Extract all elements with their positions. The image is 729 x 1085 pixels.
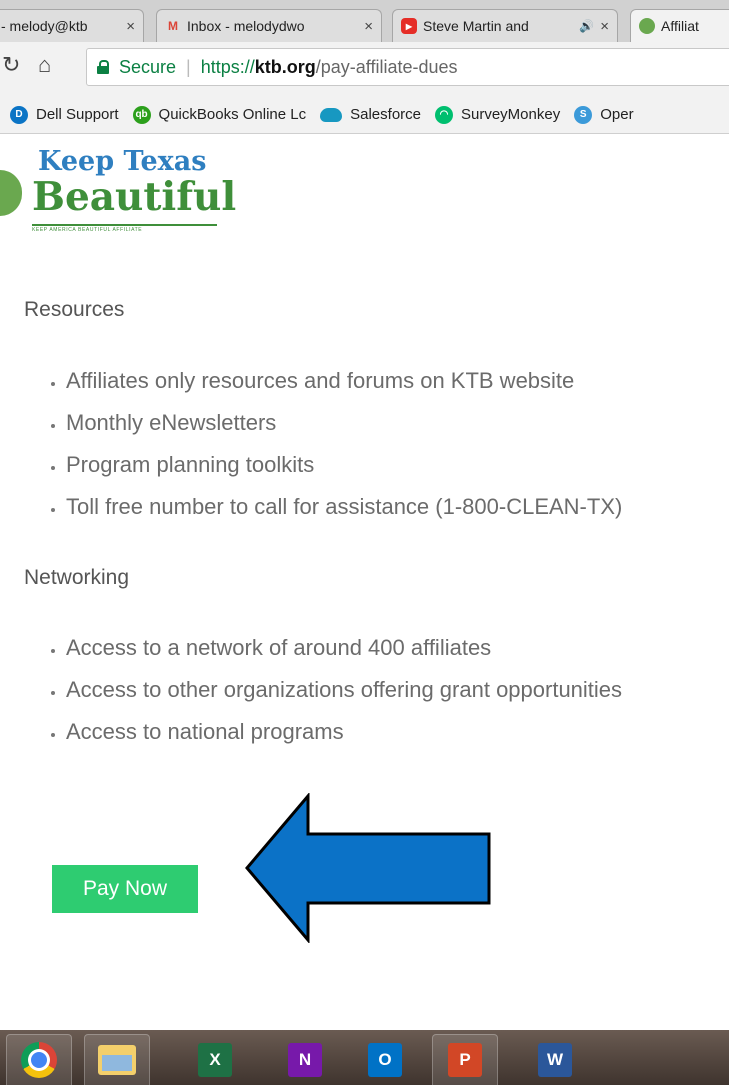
browser-toolbar: ↻ ⌂ Secure | https://ktb.org/pay-affilia…	[0, 42, 729, 96]
address-bar[interactable]: Secure | https://ktb.org/pay-affiliate-d…	[86, 48, 729, 86]
list-item: Toll free number to call for assistance …	[66, 486, 622, 528]
chrome-icon	[21, 1042, 57, 1078]
gmail-icon: M	[168, 19, 178, 33]
taskbar-onenote[interactable]: N	[272, 1034, 338, 1085]
dell-icon: D	[10, 105, 28, 124]
list-item: Access to national programs	[66, 711, 622, 753]
list-item: Program planning toolkits	[66, 444, 622, 486]
left-arrow-annotation	[245, 793, 491, 943]
url-path: /pay-affiliate-dues	[315, 56, 458, 77]
surveymonkey-icon: ◠	[435, 105, 453, 124]
logo-tagline: KEEP AMERICA BEAUTIFUL AFFILIATE	[32, 224, 217, 233]
taskbar-excel[interactable]: X	[182, 1034, 248, 1085]
keep-texas-beautiful-logo[interactable]: Keep Texas Beautiful KEEP AMERICA BEAUTI…	[0, 142, 236, 233]
powerpoint-icon: P	[448, 1043, 482, 1077]
pay-now-button[interactable]: Pay Now	[52, 865, 198, 913]
bookmark-salesforce[interactable]: Salesforce	[320, 106, 421, 123]
audio-playing-icon[interactable]: 🔊	[579, 19, 594, 33]
logo-line2: Beautiful	[32, 174, 237, 220]
resources-list: Affiliates only resources and forums on …	[40, 360, 622, 528]
lock-icon	[97, 60, 109, 74]
taskbar-word[interactable]: W	[522, 1034, 588, 1085]
bookmark-quickbooks[interactable]: qb QuickBooks Online Lc	[132, 105, 307, 124]
taskbar-outlook[interactable]: O	[352, 1034, 418, 1085]
taskbar: X N O P W	[0, 1030, 729, 1085]
tab-affiliate[interactable]: Affiliat	[630, 9, 729, 42]
globe-icon	[639, 18, 655, 34]
url-host: ktb.org	[254, 56, 316, 77]
bookmarks-bar: D Dell Support qb QuickBooks Online Lc S…	[0, 96, 729, 134]
onenote-icon: N	[288, 1042, 322, 1077]
tab-inbox[interactable]: M Inbox - melodydwo ×	[156, 9, 382, 42]
excel-icon: X	[198, 1042, 232, 1077]
list-item: Access to other organizations offering g…	[66, 669, 622, 711]
tab-melody-mail[interactable]: - melody@ktb ×	[0, 9, 144, 42]
bookmark-label: Oper	[600, 106, 634, 123]
outlook-icon: O	[368, 1042, 402, 1077]
tab-youtube[interactable]: ▶ Steve Martin and 🔊 ×	[392, 9, 618, 42]
bookmark-open[interactable]: S Oper	[574, 105, 634, 124]
list-item: Access to a network of around 400 affili…	[66, 627, 622, 669]
youtube-icon: ▶	[401, 18, 417, 34]
quickbooks-icon: qb	[132, 105, 151, 124]
tab-title: Inbox - melodydwo	[187, 18, 305, 34]
networking-heading: Networking	[24, 566, 130, 589]
open-icon: S	[574, 105, 593, 124]
url-scheme: https://	[200, 56, 255, 77]
salesforce-cloud-icon	[320, 107, 343, 122]
bookmark-label: QuickBooks Online Lc	[158, 106, 307, 123]
page-content: Keep Texas Beautiful KEEP AMERICA BEAUTI…	[0, 134, 729, 1030]
bookmark-label: Salesforce	[350, 106, 421, 123]
list-item: Affiliates only resources and forums on …	[66, 360, 622, 402]
bookmark-dell-support[interactable]: D Dell Support	[10, 105, 119, 124]
home-icon[interactable]: ⌂	[38, 52, 51, 78]
reload-icon[interactable]: ↻	[2, 52, 20, 78]
logo-line1: Keep Texas	[38, 146, 207, 177]
tab-title: Steve Martin and	[423, 18, 529, 34]
taskbar-chrome[interactable]	[6, 1034, 72, 1085]
bookmark-surveymonkey[interactable]: ◠ SurveyMonkey	[435, 105, 561, 124]
taskbar-file-explorer[interactable]	[84, 1034, 150, 1085]
close-tab-icon[interactable]: ×	[126, 18, 135, 35]
tab-title: Affiliat	[661, 18, 699, 34]
networking-list: Access to a network of around 400 affili…	[40, 627, 622, 753]
bookmark-label: Dell Support	[36, 106, 119, 123]
close-tab-icon[interactable]: ×	[600, 18, 609, 35]
texas-leaf-icon	[0, 170, 22, 216]
resources-heading: Resources	[24, 298, 125, 321]
security-label: Secure	[119, 56, 177, 77]
divider: |	[186, 56, 191, 77]
taskbar-powerpoint[interactable]: P	[432, 1034, 498, 1085]
file-explorer-icon	[98, 1045, 136, 1075]
close-tab-icon[interactable]: ×	[364, 18, 373, 35]
word-icon: W	[538, 1042, 572, 1077]
tab-strip: - melody@ktb × M Inbox - melodydwo × ▶ S…	[0, 0, 729, 42]
bookmark-label: SurveyMonkey	[461, 106, 561, 123]
tab-title: - melody@ktb	[1, 18, 88, 34]
list-item: Monthly eNewsletters	[66, 402, 622, 444]
